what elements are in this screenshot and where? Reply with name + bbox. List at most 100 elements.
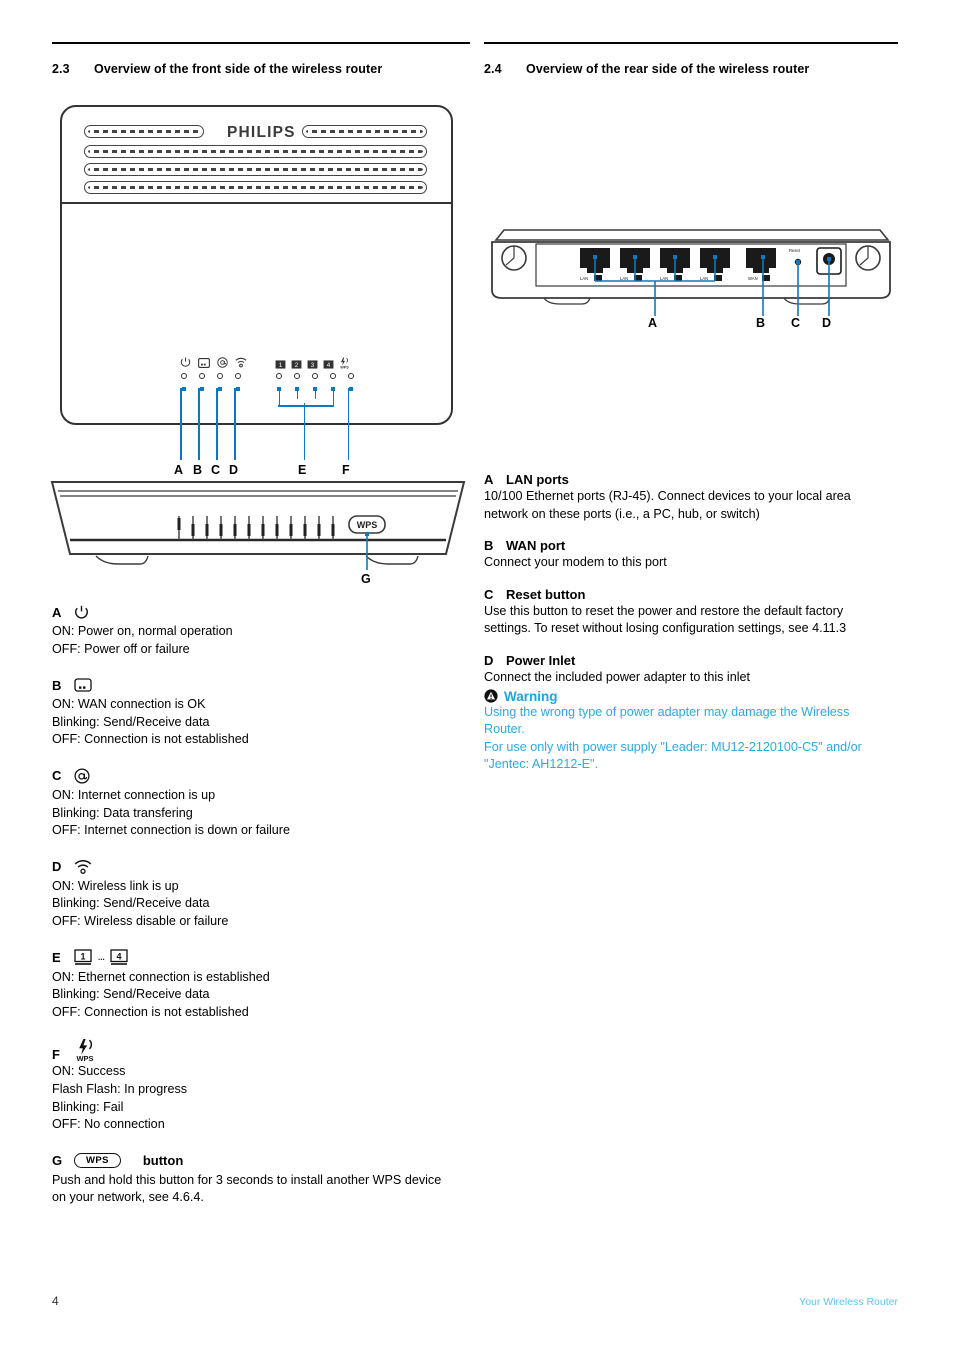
- section-number-front: 2.3: [52, 62, 70, 76]
- warning-icon: [484, 689, 498, 703]
- wifi-icon: [235, 357, 247, 368]
- wps-button[interactable]: WPS: [74, 1153, 121, 1169]
- legend-letter-b: B: [52, 677, 62, 693]
- callout-marker-d: [236, 387, 240, 391]
- callout-marker-a: [182, 387, 186, 391]
- legend-lines-a: ON: Power on, normal operation OFF: Powe…: [52, 623, 472, 658]
- legend-item-d: D ON: Wireless link is up Blinking: Send…: [52, 857, 472, 931]
- led-dot-power: [181, 373, 187, 379]
- rear-legend-title-b: WAN port: [506, 538, 566, 554]
- page-footer: 4 Your Wireless Router: [52, 1294, 898, 1308]
- rear-legend-letter-c: C: [484, 586, 494, 602]
- top-view-illustration: WPS G: [48, 478, 468, 588]
- power-icon: [180, 357, 191, 368]
- rear-legend-head-b: B WAN port: [484, 538, 898, 553]
- rear-legend-line: Use this button to reset the power and r…: [484, 603, 844, 618]
- callout-label-a: A: [174, 463, 184, 477]
- legend-line: Blinking: Fail: [52, 1099, 124, 1114]
- power-icon: [74, 605, 89, 620]
- philips-logo: PHILIPS: [227, 124, 296, 141]
- warning-header: Warning: [484, 689, 898, 704]
- led-icon-group-right: 1 2 3 4 WPS: [275, 357, 350, 369]
- router-front-body: PHILIPS 1 2 3 4 WPS: [60, 105, 453, 425]
- right-column-rule: [484, 42, 898, 44]
- rear-legend-letter-d: D: [484, 652, 494, 668]
- legend-item-a: A ON: Power on, normal operation OFF: Po…: [52, 602, 472, 658]
- section-title-rear: Overview of the rear side of the wireles…: [526, 62, 810, 76]
- warning-line: For use only with power supply "Leader: …: [484, 739, 862, 754]
- legend-item-c: C ON: Internet connection is up Blinking…: [52, 766, 472, 840]
- lan1-icon: 1: [275, 360, 286, 369]
- vent-slot-left-1: [84, 125, 204, 138]
- legend-line: Push and hold this button for 3 seconds …: [52, 1172, 442, 1187]
- legend-head-e: E 1 ... 4: [52, 948, 472, 968]
- warning-line: "Jentec: AH1212-E".: [484, 757, 598, 772]
- vent-slot-2: [84, 145, 427, 158]
- router-vent-panel: PHILIPS: [62, 107, 451, 204]
- led-legend-list: A ON: Power on, normal operation OFF: Po…: [52, 602, 472, 1207]
- callout-stem-a: [180, 388, 182, 460]
- legend-line: OFF: Power off or failure: [52, 641, 190, 656]
- callout-stem-c: [216, 388, 218, 460]
- wps-icon: WPS: [339, 357, 350, 369]
- legend-line: OFF: Wireless disable or failure: [52, 913, 229, 928]
- callout-label-c: C: [211, 463, 221, 477]
- legend-letter-f: F: [52, 1047, 60, 1063]
- rear-legend-item-b: B WAN port Connect your modem to this po…: [484, 538, 898, 572]
- legend-head-b: B: [52, 675, 472, 695]
- section-number-rear: 2.4: [484, 62, 502, 76]
- rear-panel-drawing: LAN LAN LAN LAN WAN Reset: [491, 229, 891, 316]
- rear-legend-list: A LAN ports 10/100 Ethernet ports (RJ-45…: [484, 472, 898, 774]
- svg-text:2: 2: [295, 362, 299, 369]
- led-dot-lan4: [330, 373, 336, 379]
- legend-line: Blinking: Send/Receive data: [52, 896, 210, 911]
- legend-lines-c: ON: Internet connection is up Blinking: …: [52, 787, 472, 840]
- legend-head-f: F WPS: [52, 1038, 472, 1062]
- section-heading-rear: 2.4 Overview of the rear side of the wir…: [484, 62, 898, 76]
- section-title-front: Overview of the front side of the wirele…: [94, 62, 383, 76]
- lan2-icon: 2: [291, 360, 302, 369]
- led-dot-internet: [217, 373, 223, 379]
- legend-line: ON: Internet connection is up: [52, 787, 216, 802]
- rear-legend-head-a: A LAN ports: [484, 472, 898, 487]
- svg-text:WPS: WPS: [340, 366, 349, 369]
- top-view-drawing: WPS: [50, 481, 466, 570]
- legend-letter-e: E: [52, 950, 61, 966]
- callout-stem-e2: [296, 390, 299, 399]
- callout-label-d: D: [229, 463, 239, 477]
- right-column: 2.4 Overview of the rear side of the wir…: [484, 42, 898, 76]
- callout-label-b: B: [193, 463, 203, 477]
- led-dot-lan3: [312, 373, 318, 379]
- legend-lines-f: ON: Success Flash Flash: In progress Bli…: [52, 1063, 472, 1133]
- rear-legend-line: Connect your modem to this port: [484, 555, 667, 570]
- warning-body: Using the wrong type of power adapter ma…: [484, 704, 898, 774]
- warning-line: Router.: [484, 722, 525, 737]
- rear-legend-body-d: Connect the included power adapter to th…: [484, 669, 898, 687]
- callout-label-g: G: [361, 572, 371, 586]
- front-router-illustration: PHILIPS 1 2 3 4 WPS A B C D E F: [60, 105, 455, 477]
- legend-item-e: E 1 ... 4 ON: Ethernet connection is est…: [52, 948, 472, 1022]
- callout-stem-e: [303, 403, 306, 460]
- rear-panel-illustration: LAN LAN LAN LAN WAN Reset A B C D: [484, 228, 898, 333]
- svg-text:...: ...: [98, 953, 105, 962]
- legend-line: Blinking: Data transfering: [52, 805, 193, 820]
- legend-line: ON: Ethernet connection is established: [52, 969, 270, 984]
- led-dot-group-right: [276, 373, 354, 379]
- legend-line: Blinking: Send/Receive data: [52, 987, 210, 1002]
- rear-legend-line: settings. To reset without losing config…: [484, 621, 847, 636]
- legend-head-a: A: [52, 602, 472, 622]
- rear-legend-line: Connect the included power adapter to th…: [484, 669, 751, 684]
- manual-page: 2.3 Overview of the front side of the wi…: [0, 0, 954, 1351]
- callout-marker-c: [218, 387, 222, 391]
- rear-callout-label-d: D: [822, 316, 832, 330]
- svg-text:Reset: Reset: [789, 248, 801, 253]
- legend-letter-c: C: [52, 768, 62, 784]
- section-heading-front: 2.3 Overview of the front side of the wi…: [52, 62, 470, 76]
- svg-text:1: 1: [80, 951, 85, 961]
- page-number: 4: [52, 1294, 59, 1308]
- legend-lines-d: ON: Wireless link is up Blinking: Send/R…: [52, 878, 472, 931]
- legend-line: Blinking: Send/Receive data: [52, 714, 210, 729]
- wifi-icon: [74, 859, 92, 875]
- footer-chapter-title: Your Wireless Router: [799, 1296, 898, 1308]
- legend-line: Flash Flash: In progress: [52, 1081, 188, 1096]
